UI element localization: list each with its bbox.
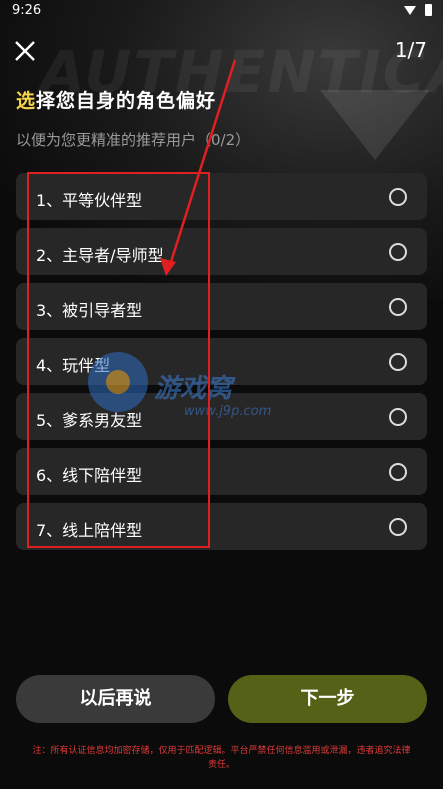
later-button[interactable]: 以后再说: [16, 675, 215, 723]
next-button[interactable]: 下一步: [228, 675, 427, 723]
annotation-arrow-icon: [160, 59, 237, 276]
privacy-notice: 注：所有认证信息均加密存储，仅用于匹配逻辑。平台严禁任何信息滥用或泄漏，违者追究…: [32, 746, 411, 770]
